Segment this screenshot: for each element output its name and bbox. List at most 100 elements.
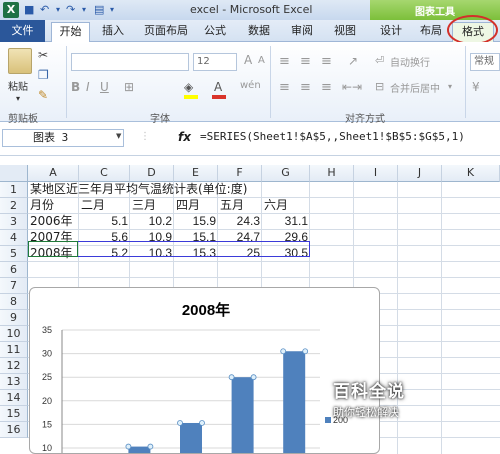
wrap-text-icon[interactable]: ⏎ — [375, 54, 384, 67]
wrap-text-label[interactable]: 自动换行 — [390, 54, 430, 69]
table-cell[interactable]: 五月 — [220, 197, 260, 213]
row-header[interactable]: 15 — [0, 406, 28, 422]
indent-icon[interactable]: ⇤⇥ — [342, 80, 362, 94]
name-box[interactable]: 图表 3 — [2, 129, 124, 147]
row-header[interactable]: 2 — [0, 198, 28, 214]
paste-icon[interactable] — [8, 48, 32, 74]
bar[interactable] — [180, 422, 202, 454]
bar-selection-handle[interactable] — [177, 420, 183, 426]
row-header[interactable]: 16 — [0, 422, 28, 438]
paste-dropdown-icon[interactable]: ▾ — [16, 94, 20, 103]
paste-label[interactable]: 粘贴 — [8, 78, 28, 93]
align-left-icon[interactable]: ≡ — [279, 80, 290, 95]
table-cell[interactable]: 六月 — [264, 197, 308, 213]
italic-icon[interactable]: I — [86, 80, 90, 94]
bar[interactable] — [231, 377, 254, 454]
column-header[interactable]: H — [310, 165, 354, 182]
tab-view[interactable]: 视图 — [330, 22, 360, 42]
currency-icon[interactable]: ¥ — [472, 80, 480, 94]
align-right-icon[interactable]: ≡ — [321, 80, 332, 95]
tab-formulas[interactable]: 公式 — [200, 22, 230, 42]
table-cell[interactable]: 24.3 — [220, 213, 260, 229]
row-header[interactable]: 12 — [0, 358, 28, 374]
row-header[interactable]: 14 — [0, 390, 28, 406]
column-header[interactable]: J — [398, 165, 442, 182]
bar-selection-handle[interactable] — [147, 443, 154, 450]
grow-font-icon[interactable]: A — [244, 53, 252, 67]
top-align-icon[interactable]: ≡ — [279, 54, 290, 69]
column-header[interactable]: C — [79, 165, 130, 182]
redo-dropdown-icon[interactable]: ▾ — [82, 3, 86, 17]
bar[interactable] — [283, 351, 306, 454]
table-cell[interactable]: 10.2 — [132, 213, 172, 229]
print-preview-icon[interactable]: ▤ — [94, 3, 104, 17]
row-header[interactable]: 5 — [0, 246, 28, 262]
tab-file[interactable]: 文件 — [0, 20, 45, 42]
bar[interactable] — [128, 446, 151, 454]
column-header[interactable]: G — [262, 165, 310, 182]
font-size-dropdown[interactable]: 12 — [193, 53, 237, 71]
bar-selection-handle[interactable] — [228, 374, 235, 381]
bar-selection-handle[interactable] — [250, 374, 257, 381]
column-header[interactable]: K — [442, 165, 500, 182]
phonetic-icon[interactable]: wén — [240, 80, 261, 91]
borders-icon[interactable]: ⊞ — [124, 80, 134, 94]
redo-icon[interactable]: ↷ — [66, 3, 75, 17]
row-header[interactable]: 11 — [0, 342, 28, 358]
table-cell[interactable]: 二月 — [81, 197, 128, 213]
table-cell[interactable]: 四月 — [176, 197, 216, 213]
row-header[interactable]: 6 — [0, 262, 28, 278]
row-header[interactable]: 3 — [0, 214, 28, 230]
tab-insert[interactable]: 插入 — [98, 22, 128, 42]
select-all-button[interactable] — [0, 165, 28, 182]
row-header[interactable]: 13 — [0, 374, 28, 390]
insert-function-icon[interactable]: fx — [178, 130, 191, 144]
table-cell[interactable]: 15.9 — [176, 213, 216, 229]
column-header[interactable]: F — [218, 165, 262, 182]
bar-selection-handle[interactable] — [125, 443, 132, 450]
fill-color-icon[interactable]: ◈ — [184, 80, 193, 94]
middle-align-icon[interactable]: ≡ — [300, 54, 311, 69]
table-cell[interactable]: 三月 — [132, 197, 172, 213]
table-cell[interactable]: 31.1 — [264, 213, 308, 229]
merge-center-icon[interactable]: ⊟ — [375, 80, 384, 93]
tab-design[interactable]: 设计 — [376, 22, 406, 42]
align-center-icon[interactable]: ≡ — [300, 80, 311, 95]
formula-input[interactable]: =SERIES(Sheet1!$A$5,,Sheet1!$B$5:$G$5,1) — [200, 129, 465, 147]
tab-home[interactable]: 开始 — [51, 22, 90, 42]
table-cell[interactable]: 月份 — [30, 197, 77, 213]
font-color-icon[interactable]: A — [214, 80, 222, 94]
tab-data[interactable]: 数据 — [244, 22, 274, 42]
shrink-font-icon[interactable]: A — [258, 55, 265, 66]
table-cell[interactable]: 2006年 — [30, 213, 77, 229]
undo-icon[interactable]: ↶ — [40, 3, 49, 17]
column-header[interactable]: A — [28, 165, 79, 182]
column-header[interactable]: E — [174, 165, 218, 182]
cut-icon[interactable]: ✂ — [38, 48, 48, 62]
row-header[interactable]: 4 — [0, 230, 28, 246]
copy-icon[interactable]: ❐ — [38, 68, 49, 82]
row-header[interactable]: 8 — [0, 294, 28, 310]
row-header[interactable]: 7 — [0, 278, 28, 294]
merge-dropdown-icon[interactable]: ▾ — [448, 82, 452, 91]
row-header[interactable]: 10 — [0, 326, 28, 342]
name-box-dropdown-icon[interactable]: ▼ — [116, 132, 121, 140]
bar-selection-handle[interactable] — [199, 420, 205, 426]
number-format-dropdown[interactable]: 常规 — [470, 53, 500, 71]
bar-series[interactable] — [74, 348, 309, 454]
chart-title[interactable]: 2008年 — [182, 301, 230, 319]
chart-object[interactable]: 2008年 35 30 25 20 15 10 200 — [29, 287, 380, 454]
format-painter-icon[interactable]: ✎ — [38, 88, 48, 102]
underline-icon[interactable]: U — [100, 80, 109, 94]
save-icon[interactable]: ■ — [24, 3, 34, 17]
table-cell[interactable]: 5.1 — [81, 213, 128, 229]
bar-selection-handle[interactable] — [280, 348, 287, 355]
row-header[interactable]: 1 — [0, 182, 28, 198]
merge-center-label[interactable]: 合并后居中 — [390, 80, 440, 95]
customize-qat-icon[interactable]: ▾ — [110, 3, 114, 17]
font-name-dropdown[interactable] — [71, 53, 189, 71]
tab-review[interactable]: 审阅 — [287, 22, 317, 42]
undo-dropdown-icon[interactable]: ▾ — [56, 3, 60, 17]
column-header[interactable]: D — [130, 165, 174, 182]
orientation-icon[interactable]: ↗ — [348, 54, 358, 68]
